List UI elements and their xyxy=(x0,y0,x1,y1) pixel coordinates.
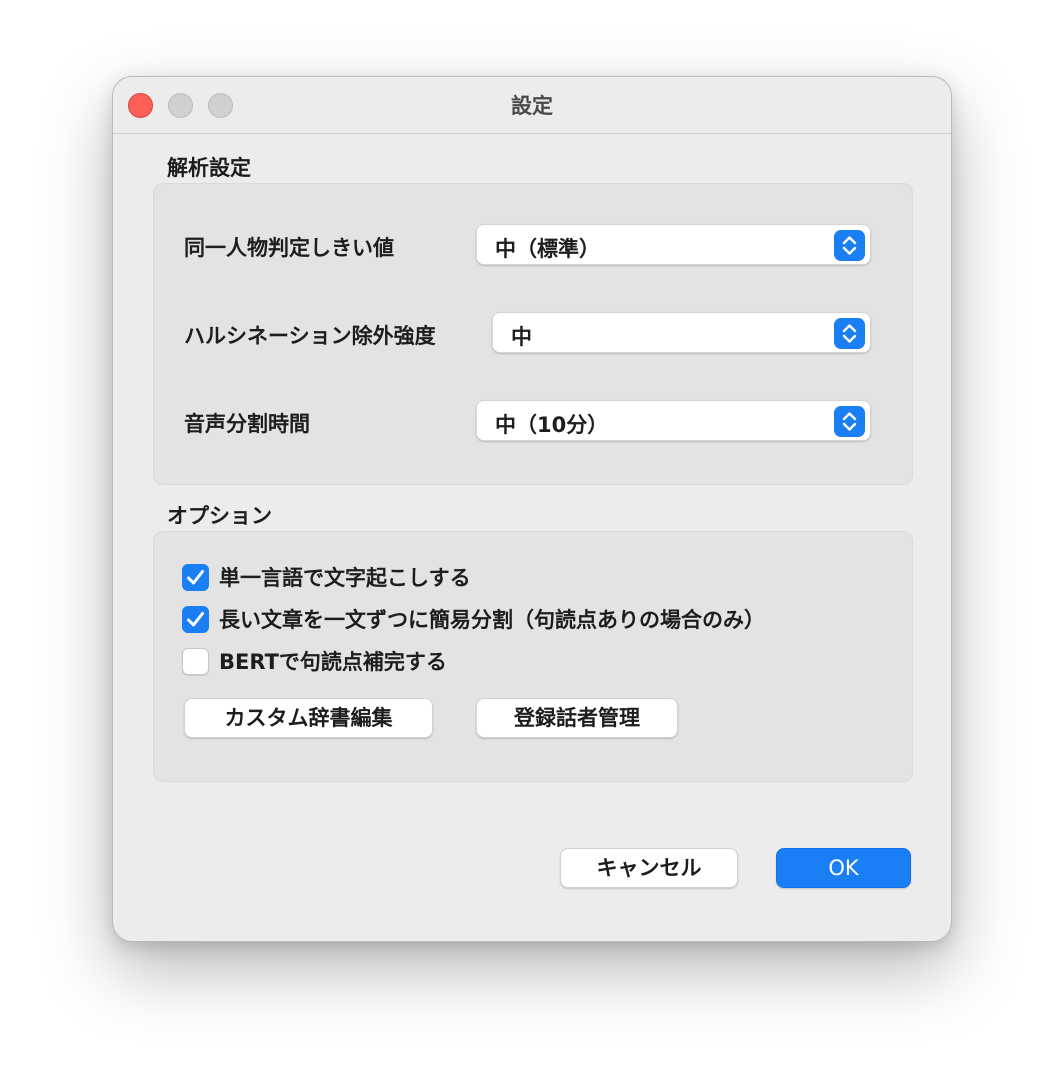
title-bar[interactable]: 設定 xyxy=(113,77,951,134)
window-title: 設定 xyxy=(511,94,553,118)
speaker-threshold-value: 中（標準） xyxy=(495,237,600,261)
chevron-up-down-icon xyxy=(834,406,865,437)
audio-split-time-value: 中（10分） xyxy=(495,413,609,437)
hallucination-strength-value: 中 xyxy=(511,325,532,349)
audio-split-time-popup[interactable]: 中（10分） xyxy=(476,400,871,441)
options-group: 単一言語で文字起こしする 長い文章を一文ずつに簡易分割（句読点ありの場合のみ） … xyxy=(153,531,913,782)
options-section-title: オプション xyxy=(167,504,272,528)
single-language-label[interactable]: 単一言語で文字起こしする xyxy=(219,562,471,592)
settings-window: 設定 解析設定 同一人物判定しきい値 中（標準） ハルシネーション除外強度 中 … xyxy=(112,76,952,942)
sentence-split-label[interactable]: 長い文章を一文ずつに簡易分割（句読点ありの場合のみ） xyxy=(219,604,765,634)
chevron-up-down-icon xyxy=(834,318,865,349)
registered-speakers-button[interactable]: 登録話者管理 xyxy=(476,698,678,738)
custom-dictionary-button[interactable]: カスタム辞書編集 xyxy=(184,698,433,738)
hallucination-strength-label: ハルシネーション除外強度 xyxy=(184,324,436,348)
chevron-up-down-icon xyxy=(834,230,865,261)
bert-punctuation-checkbox[interactable] xyxy=(182,648,209,675)
analysis-section-title: 解析設定 xyxy=(167,156,251,180)
sentence-split-checkbox[interactable] xyxy=(182,606,209,633)
hallucination-strength-popup[interactable]: 中 xyxy=(492,312,871,353)
cancel-button[interactable]: キャンセル xyxy=(560,848,738,888)
audio-split-time-label: 音声分割時間 xyxy=(184,412,310,436)
analysis-settings-group: 同一人物判定しきい値 中（標準） ハルシネーション除外強度 中 音声分割時間 中… xyxy=(153,183,913,485)
bert-punctuation-label[interactable]: BERTで句読点補完する xyxy=(219,646,447,676)
speaker-threshold-label: 同一人物判定しきい値 xyxy=(184,236,394,260)
speaker-threshold-popup[interactable]: 中（標準） xyxy=(476,224,871,265)
ok-button[interactable]: OK xyxy=(776,848,911,888)
single-language-checkbox[interactable] xyxy=(182,564,209,591)
